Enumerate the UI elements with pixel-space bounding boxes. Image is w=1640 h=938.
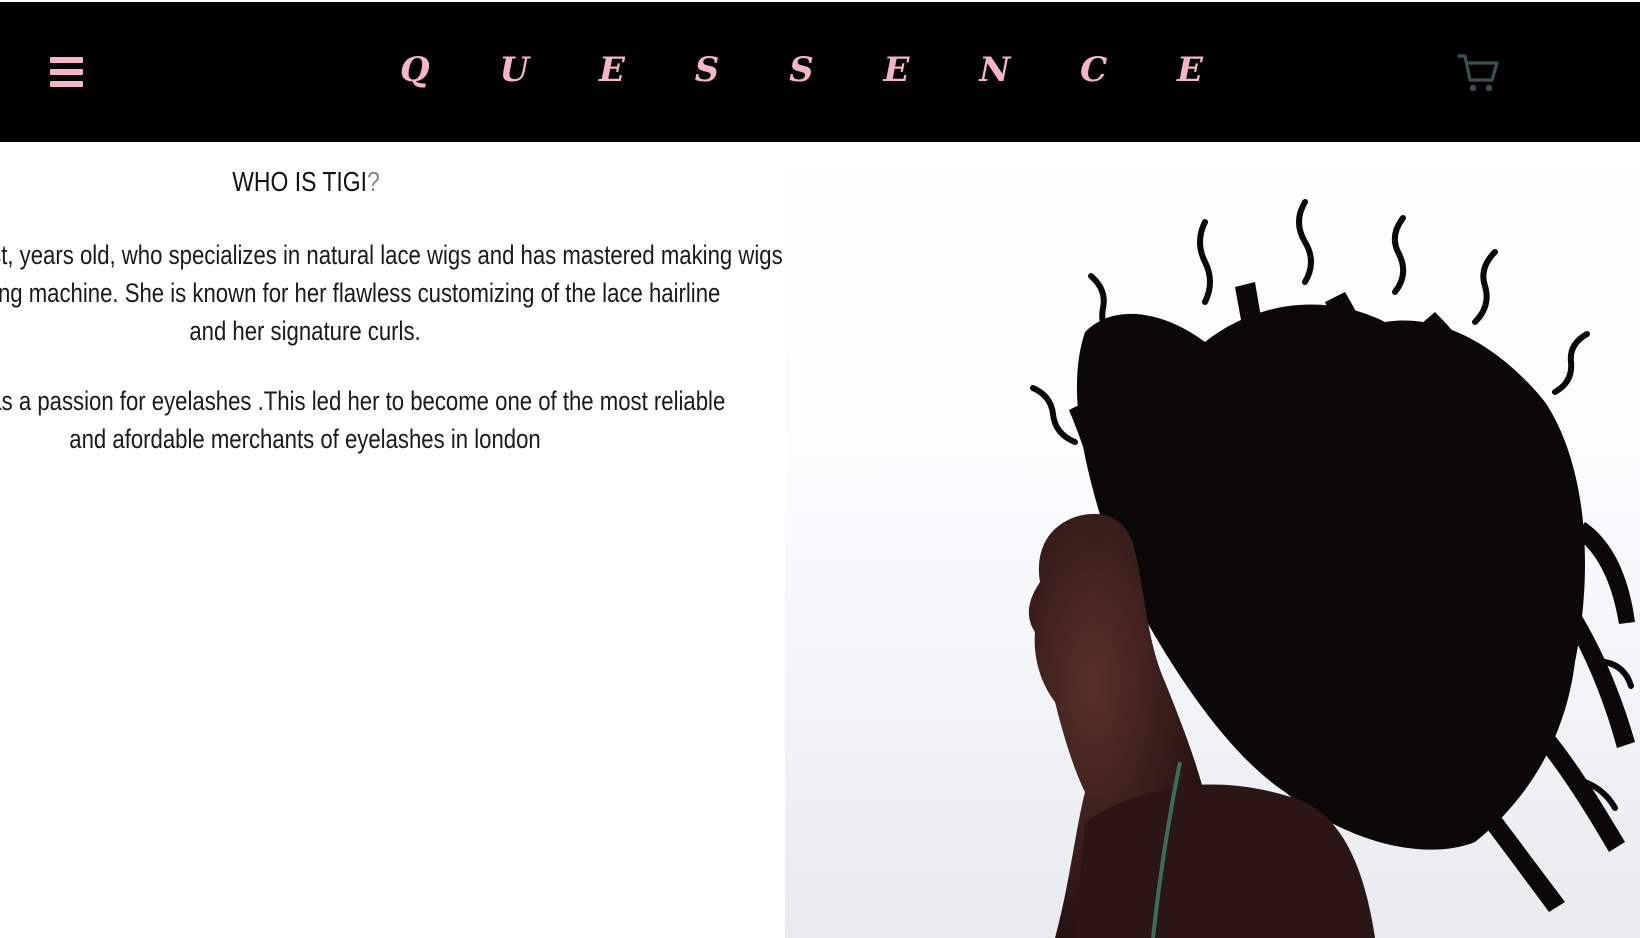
about-heading-text: WHO IS TIGI [232,166,368,197]
cart-button[interactable] [1456,51,1502,97]
hero-photo [785,142,1640,938]
about-paragraph-1-line: Tigi is a hair stylist, years old, who s… [0,240,783,270]
about-heading-mark: ? [367,166,380,197]
about-paragraph-1-line: and her signature curls. [189,316,421,346]
site-header: Q U E S S E N C E [0,2,1640,142]
about-section: WHO IS TIGI? Tigi is a hair stylist, yea… [0,142,790,938]
about-paragraph-2: She also has a passion for eyelashes .Th… [0,382,790,458]
about-heading: WHO IS TIGI? [55,162,557,202]
about-paragraph-1-line: with a sewing machine. She is known for … [0,278,721,308]
woman-with-flying-curly-hair-photo [1028,199,1635,938]
brand-logo[interactable]: Q U E S S E N C E [400,42,1203,98]
menu-button[interactable] [50,57,83,89]
about-paragraph-2-line: and afordable merchants of eyelashes in … [69,424,541,454]
about-paragraph-1: Tigi is a hair stylist, years old, who s… [0,236,790,350]
shopping-cart-icon [1457,54,1499,92]
about-paragraph-2-line: She also has a passion for eyelashes .Th… [0,386,726,416]
